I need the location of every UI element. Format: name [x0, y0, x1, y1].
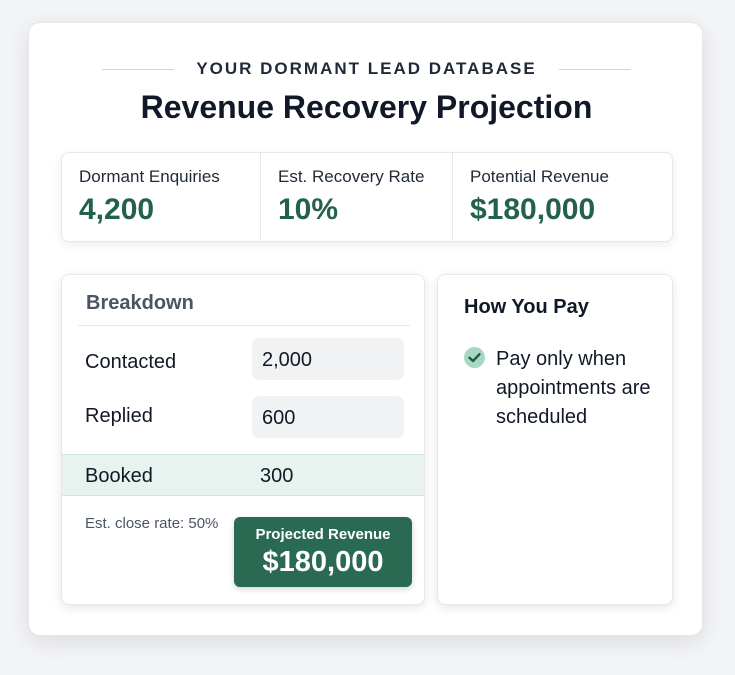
stat-recovery-rate: Est. Recovery Rate 10% [261, 153, 453, 241]
booked-row: Booked 300 [62, 454, 424, 496]
contacted-value-field: 2,000 [252, 338, 404, 380]
eyebrow-row: YOUR DORMANT LEAD DATABASE [29, 59, 704, 79]
projected-revenue-value: $180,000 [262, 546, 384, 578]
stat-potential-revenue: Potential Revenue $180,000 [453, 153, 672, 241]
booked-label: Booked [85, 465, 153, 487]
stat-value: 4,200 [79, 193, 155, 226]
projected-revenue-box: Projected Revenue $180,000 [234, 517, 412, 587]
breakdown-divider [78, 325, 410, 326]
projected-revenue-label: Projected Revenue [255, 526, 391, 543]
contacted-label: Contacted [85, 351, 177, 373]
close-rate-text: Est. close rate: 50% [85, 515, 219, 532]
eyebrow-line-left [102, 68, 175, 70]
check-circle-icon [464, 347, 485, 368]
eyebrow-line-right [558, 68, 631, 70]
pay-condition-text: Pay only when appointments are scheduled [496, 348, 651, 428]
replied-value-field: 600 [252, 396, 404, 438]
how-you-pay-panel: How You Pay Pay only when appointments a… [437, 274, 673, 605]
booked-value: 300 [260, 465, 294, 487]
stat-label: Est. Recovery Rate [278, 167, 425, 186]
stat-label: Potential Revenue [470, 167, 609, 186]
eyebrow-text: YOUR DORMANT LEAD DATABASE [196, 59, 537, 78]
stats-bar: Dormant Enquiries 4,200 Est. Recovery Ra… [61, 152, 673, 242]
projection-card: YOUR DORMANT LEAD DATABASE Revenue Recov… [28, 22, 703, 636]
stat-dormant-enquiries: Dormant Enquiries 4,200 [62, 153, 261, 241]
stat-label: Dormant Enquiries [79, 167, 220, 186]
page-title: Revenue Recovery Projection [140, 89, 593, 125]
breakdown-title: Breakdown [86, 292, 194, 314]
stat-value: $180,000 [470, 193, 596, 226]
stat-value: 10% [278, 193, 339, 226]
replied-label: Replied [85, 405, 153, 427]
breakdown-panel: Breakdown Contacted 2,000 Replied 600 Bo… [61, 274, 425, 605]
how-you-pay-title: How You Pay [464, 296, 589, 318]
